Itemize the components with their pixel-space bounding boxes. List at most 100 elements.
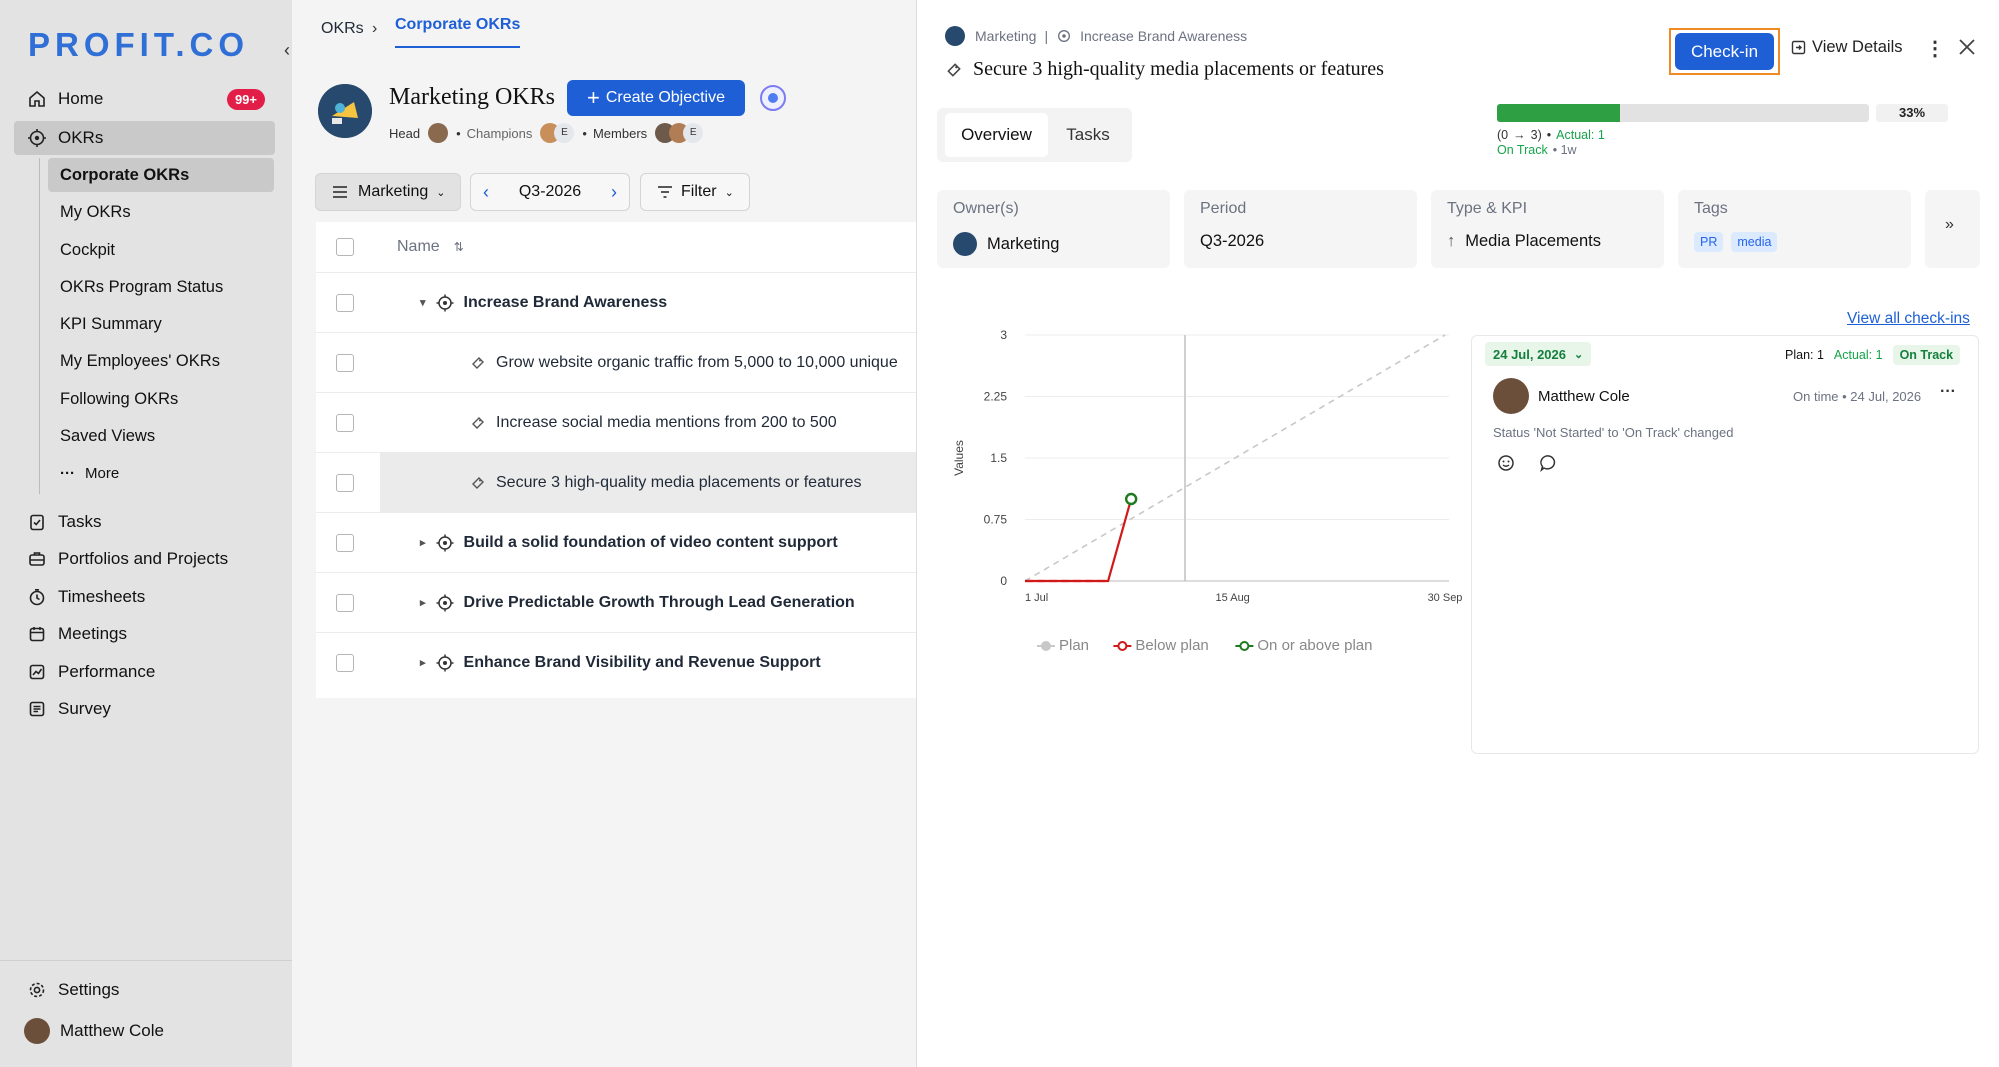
expand-icon[interactable]: ▸ <box>420 596 426 609</box>
row-checkbox[interactable] <box>336 293 354 312</box>
owner-label: Owner(s) <box>953 200 1019 217</box>
sidebar-item-corporate-okrs[interactable]: Corporate OKRs <box>48 158 274 192</box>
avatar-initial[interactable]: E <box>554 123 575 143</box>
expand-card[interactable]: » <box>1925 190 1980 268</box>
row-checkbox[interactable] <box>336 653 354 672</box>
objective-icon <box>436 654 454 672</box>
sidebar-item-label: Tasks <box>58 512 102 531</box>
breadcrumb-objective[interactable]: Increase Brand Awareness <box>1080 28 1247 44</box>
series-line-below-plan <box>1025 498 1133 583</box>
checkin-more-icon[interactable]: ··· <box>1940 383 1956 401</box>
period-selector[interactable]: ‹ Q3-2026 › <box>470 173 630 211</box>
okr-table: Name ⇅ ▾ Increase Brand Awareness Grow w… <box>316 222 916 698</box>
tag-chip[interactable]: media <box>1731 232 1778 252</box>
sidebar-item-timesheets[interactable]: Timesheets <box>14 580 275 614</box>
table-row[interactable]: ▾ Increase Brand Awareness <box>316 272 916 332</box>
page-title: Marketing OKRs <box>389 84 555 110</box>
tab-overview[interactable]: Overview <box>945 113 1048 157</box>
sidebar-item-portfolios[interactable]: Portfolios and Projects <box>14 542 275 576</box>
add-reaction-icon[interactable] <box>1497 453 1517 473</box>
table-row[interactable]: ▸ Enhance Brand Visibility and Revenue S… <box>316 632 916 692</box>
owner-value[interactable]: Marketing <box>953 232 1059 256</box>
tab-tasks[interactable]: Tasks <box>1052 113 1124 157</box>
table-row[interactable]: Increase social media mentions from 200 … <box>316 392 916 452</box>
filter-button[interactable]: Filter ⌄ <box>640 173 750 211</box>
ai-assistant-icon[interactable] <box>760 85 786 111</box>
table-row[interactable]: ▸ Drive Predictable Growth Through Lead … <box>316 572 916 632</box>
row-checkbox[interactable] <box>336 593 354 612</box>
breadcrumb-okrs[interactable]: OKRs <box>321 20 364 38</box>
notification-badge: 99+ <box>226 88 265 110</box>
chevron-right-icon[interactable]: › <box>599 182 629 203</box>
expand-icon[interactable]: ▸ <box>420 536 426 549</box>
kpi-name: Media Placements <box>1465 232 1601 250</box>
checkin-summary: Plan: 1 Actual: 1 On Track <box>1785 345 1961 365</box>
team-dropdown[interactable]: Marketing ⌄ <box>315 173 461 211</box>
row-checkbox[interactable] <box>336 413 354 432</box>
sidebar-item-okrs-program-status[interactable]: OKRs Program Status <box>48 270 274 304</box>
key-result-icon <box>470 475 486 491</box>
legend-label: Below plan <box>1135 637 1208 654</box>
collapse-icon[interactable]: ▾ <box>420 296 426 309</box>
table-row[interactable]: Grow website organic traffic from 5,000 … <box>316 332 916 392</box>
view-all-checkins-link[interactable]: View all check-ins <box>1847 310 1970 328</box>
sidebar-item-label: OKRs <box>58 128 104 147</box>
select-all-checkbox[interactable] <box>336 238 354 256</box>
champions-label: Champions <box>466 125 533 141</box>
sidebar-item-settings[interactable]: Settings <box>14 973 275 1007</box>
comment-icon[interactable] <box>1539 453 1559 473</box>
row-checkbox[interactable] <box>336 533 354 552</box>
row-checkbox[interactable] <box>336 353 354 372</box>
breadcrumb-team[interactable]: Marketing <box>975 28 1036 44</box>
checkin-user[interactable]: Matthew Cole <box>1538 388 1630 405</box>
close-icon[interactable] <box>1958 38 1976 56</box>
name-column-header[interactable]: Name <box>397 238 440 256</box>
table-row-selected[interactable]: Secure 3 high-quality media placements o… <box>316 452 916 513</box>
kpi-label: Type & KPI <box>1447 200 1528 217</box>
sidebar-item-performance[interactable]: Performance <box>14 655 275 689</box>
sort-icon[interactable]: ⇅ <box>454 240 464 254</box>
table-row[interactable]: ▸ Build a solid foundation of video cont… <box>316 512 916 572</box>
sidebar-item-kpi-summary[interactable]: KPI Summary <box>48 307 274 341</box>
sidebar-item-cockpit[interactable]: Cockpit <box>48 233 274 267</box>
user-profile[interactable]: Matthew Cole <box>14 1014 275 1048</box>
sidebar-item-meetings[interactable]: Meetings <box>14 617 275 651</box>
legend-marker <box>1041 641 1051 651</box>
avatar[interactable] <box>428 123 449 143</box>
chevron-down-icon: ⌄ <box>724 186 734 199</box>
avatar[interactable] <box>1493 378 1529 414</box>
table-header: Name ⇅ <box>316 222 916 272</box>
legend-marker <box>1239 641 1250 651</box>
survey-icon <box>26 698 48 720</box>
progress-details: (0 → 3) • Actual: 1 <box>1497 128 1605 142</box>
team-dropdown-label: Marketing <box>358 183 429 200</box>
sidebar-item-employees-okrs[interactable]: My Employees' OKRs <box>48 344 274 378</box>
check-in-button[interactable]: Check-in <box>1675 33 1774 70</box>
x-tick-label: 30 Sep <box>1428 592 1463 604</box>
sidebar-item-home[interactable]: Home 99+ <box>14 82 275 116</box>
sidebar-item-saved-views[interactable]: Saved Views <box>48 419 274 453</box>
double-chevron-down-icon: » <box>1945 216 1954 233</box>
progress-percent: 33% <box>1876 104 1948 122</box>
sidebar-item-okrs[interactable]: OKRs <box>14 121 275 155</box>
create-objective-button[interactable]: + Create Objective <box>567 80 745 116</box>
sidebar-item-more[interactable]: ··· More <box>48 456 274 490</box>
breadcrumb-corporate-okrs[interactable]: Corporate OKRs <box>395 16 521 48</box>
expand-icon[interactable]: ▸ <box>420 656 426 669</box>
profitco-logo[interactable]: PROFIT.CO <box>28 26 249 64</box>
row-checkbox[interactable] <box>336 473 354 492</box>
sidebar-item-tasks[interactable]: Tasks <box>14 505 275 539</box>
view-details-button[interactable]: View Details <box>1791 38 1902 57</box>
status-badge: On Track <box>1497 143 1548 157</box>
checkin-date-dropdown[interactable]: 24 Jul, 2026 ⌄ <box>1485 342 1592 366</box>
tag-chip[interactable]: PR <box>1694 232 1724 252</box>
sidebar-item-my-okrs[interactable]: My OKRs <box>48 195 274 229</box>
more-options-icon[interactable]: ⋮ <box>1925 36 1945 61</box>
sidebar-item-survey[interactable]: Survey <box>14 692 275 726</box>
collapse-sidebar-icon[interactable]: ‹ <box>284 40 290 61</box>
sidebar-item-following-okrs[interactable]: Following OKRs <box>48 382 274 416</box>
briefcase-icon <box>26 548 48 570</box>
kpi-value: ↑ Media Placements <box>1447 232 1601 251</box>
chevron-left-icon[interactable]: ‹ <box>471 182 501 203</box>
avatar-initial[interactable]: E <box>683 123 704 143</box>
